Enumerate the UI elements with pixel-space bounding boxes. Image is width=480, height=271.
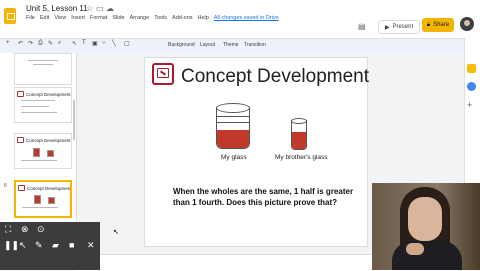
glass-rim [216,103,250,113]
background-button[interactable]: Background [168,42,195,48]
thumb-text-line [22,207,58,208]
menu-format[interactable]: Format [90,15,107,25]
last-edit-link[interactable]: All changes saved in Drive [214,15,279,25]
glass-line [217,122,249,123]
thumb-glass-icon [34,195,41,204]
thumb-title: Concept Development [18,185,70,191]
comment-add-icon[interactable]: ▢ [124,40,130,47]
thumb-glass-icon [48,197,55,204]
lock-icon: 🔒︎ [426,21,431,28]
image-icon[interactable]: ▣ [92,40,98,47]
slide-thumbnail-selected[interactable]: Concept Development [14,180,72,218]
menu-help[interactable]: Help [198,15,209,25]
menu-bar: File Edit View Insert Format Slide Arran… [26,15,279,25]
glass-small [291,118,307,150]
glass-label: My glass [221,154,247,161]
undo-icon[interactable]: ↶ [18,40,23,47]
select-tool-icon[interactable]: ↖ [72,40,77,47]
paint-format-icon[interactable]: ✎ [48,40,53,47]
slides-logo-icon[interactable] [4,8,16,24]
slide-title-icon [152,63,174,85]
highlighter-icon[interactable]: ▰ [52,240,59,251]
menu-view[interactable]: View [54,15,66,25]
thumb-title-icon [17,137,24,143]
glass-tall [216,103,250,149]
slide-body-text[interactable]: When the wholes are the same, 1 half is … [173,187,363,208]
close-icon[interactable]: ✕ [87,240,95,251]
glass-body [216,107,250,149]
present-icon: ▶ [384,24,390,31]
layout-button[interactable]: Layout [200,42,215,48]
text-box-icon[interactable]: T [82,40,86,46]
line-icon[interactable]: ╲ [112,40,116,47]
thumb-title: Concept Development [17,137,71,143]
document-title[interactable]: Unit 5, Lesson 11 [26,4,88,13]
filmstrip-scrollbar[interactable] [73,100,75,140]
thumb-glass-icon [33,148,40,157]
glass-body [291,120,307,150]
mouse-cursor-icon: ↖ [113,229,119,236]
menu-insert[interactable]: Insert [71,15,85,25]
present-button[interactable]: ▶ Present [378,20,420,34]
presenter-body [392,241,462,270]
webcam-overlay [372,183,480,270]
menu-slide[interactable]: Slide [112,15,124,25]
menu-file[interactable]: File [26,15,35,25]
slide-number: 8 [4,183,7,189]
slide-title[interactable]: Concept Development [181,66,369,88]
presenter-hand [406,243,424,255]
glass-fill [217,130,249,148]
thumb-title: Concept Development [17,91,71,97]
share-button[interactable]: 🔒︎ Share [422,18,454,32]
camera-icon[interactable]: ■ [69,240,74,250]
glass-line [217,116,249,117]
comments-icon[interactable]: ▤ [358,22,366,31]
glass-rim [291,118,307,124]
tasks-icon[interactable] [467,82,476,91]
presenter-face [408,197,442,241]
avatar[interactable] [460,17,474,31]
thumb-text-line [21,100,55,101]
pen-icon[interactable]: ✎ [35,240,43,251]
add-addon-icon[interactable]: + [467,100,472,110]
redo-icon[interactable]: ↷ [28,40,33,47]
cloud-status-icon: ☁ [106,4,114,13]
slide-thumbnail[interactable]: Concept Development [14,133,72,169]
share-label: Share [433,22,450,28]
thumb-title-icon [18,185,25,191]
star-icon[interactable]: ☆ [86,4,93,13]
print-icon[interactable]: ⎙ [38,40,43,47]
transition-button[interactable]: Transition [244,42,266,48]
capture-icon[interactable]: ⛶ [5,224,11,235]
theme-button[interactable]: Theme [223,42,239,48]
thumb-text-line [21,112,57,113]
thumb-title-icon [17,91,24,97]
slide-thumbnail[interactable]: Concept Development [14,87,72,123]
new-slide-icon[interactable]: + [6,40,10,46]
menu-addons[interactable]: Add-ons [172,15,193,25]
menu-tools[interactable]: Tools [154,15,167,25]
present-label: Present [392,24,414,30]
shape-icon[interactable]: ○ [102,40,106,46]
glass-fill [292,131,306,149]
menu-arrange[interactable]: Arrange [130,15,150,25]
keep-icon[interactable] [467,64,476,73]
thumb-text-line [33,64,53,65]
menu-edit[interactable]: Edit [40,15,49,25]
glass-label: My brother's glass [275,154,328,161]
thumb-glass-icon [47,150,54,157]
thumb-text-line [21,160,57,161]
thumb-text-line [28,60,58,61]
zoom-icon[interactable]: ⌕ [58,40,61,47]
move-folder-icon[interactable]: ▭ [96,4,104,13]
pause-icon[interactable]: ❚❚ [4,240,19,251]
slide-thumbnail[interactable] [14,53,72,85]
pointer-icon[interactable]: ↖ [19,240,27,251]
zoom-lens-icon[interactable]: ⊙ [37,224,45,235]
thumb-text-line [21,106,49,107]
grid-icon[interactable]: ⊗ [21,224,29,235]
